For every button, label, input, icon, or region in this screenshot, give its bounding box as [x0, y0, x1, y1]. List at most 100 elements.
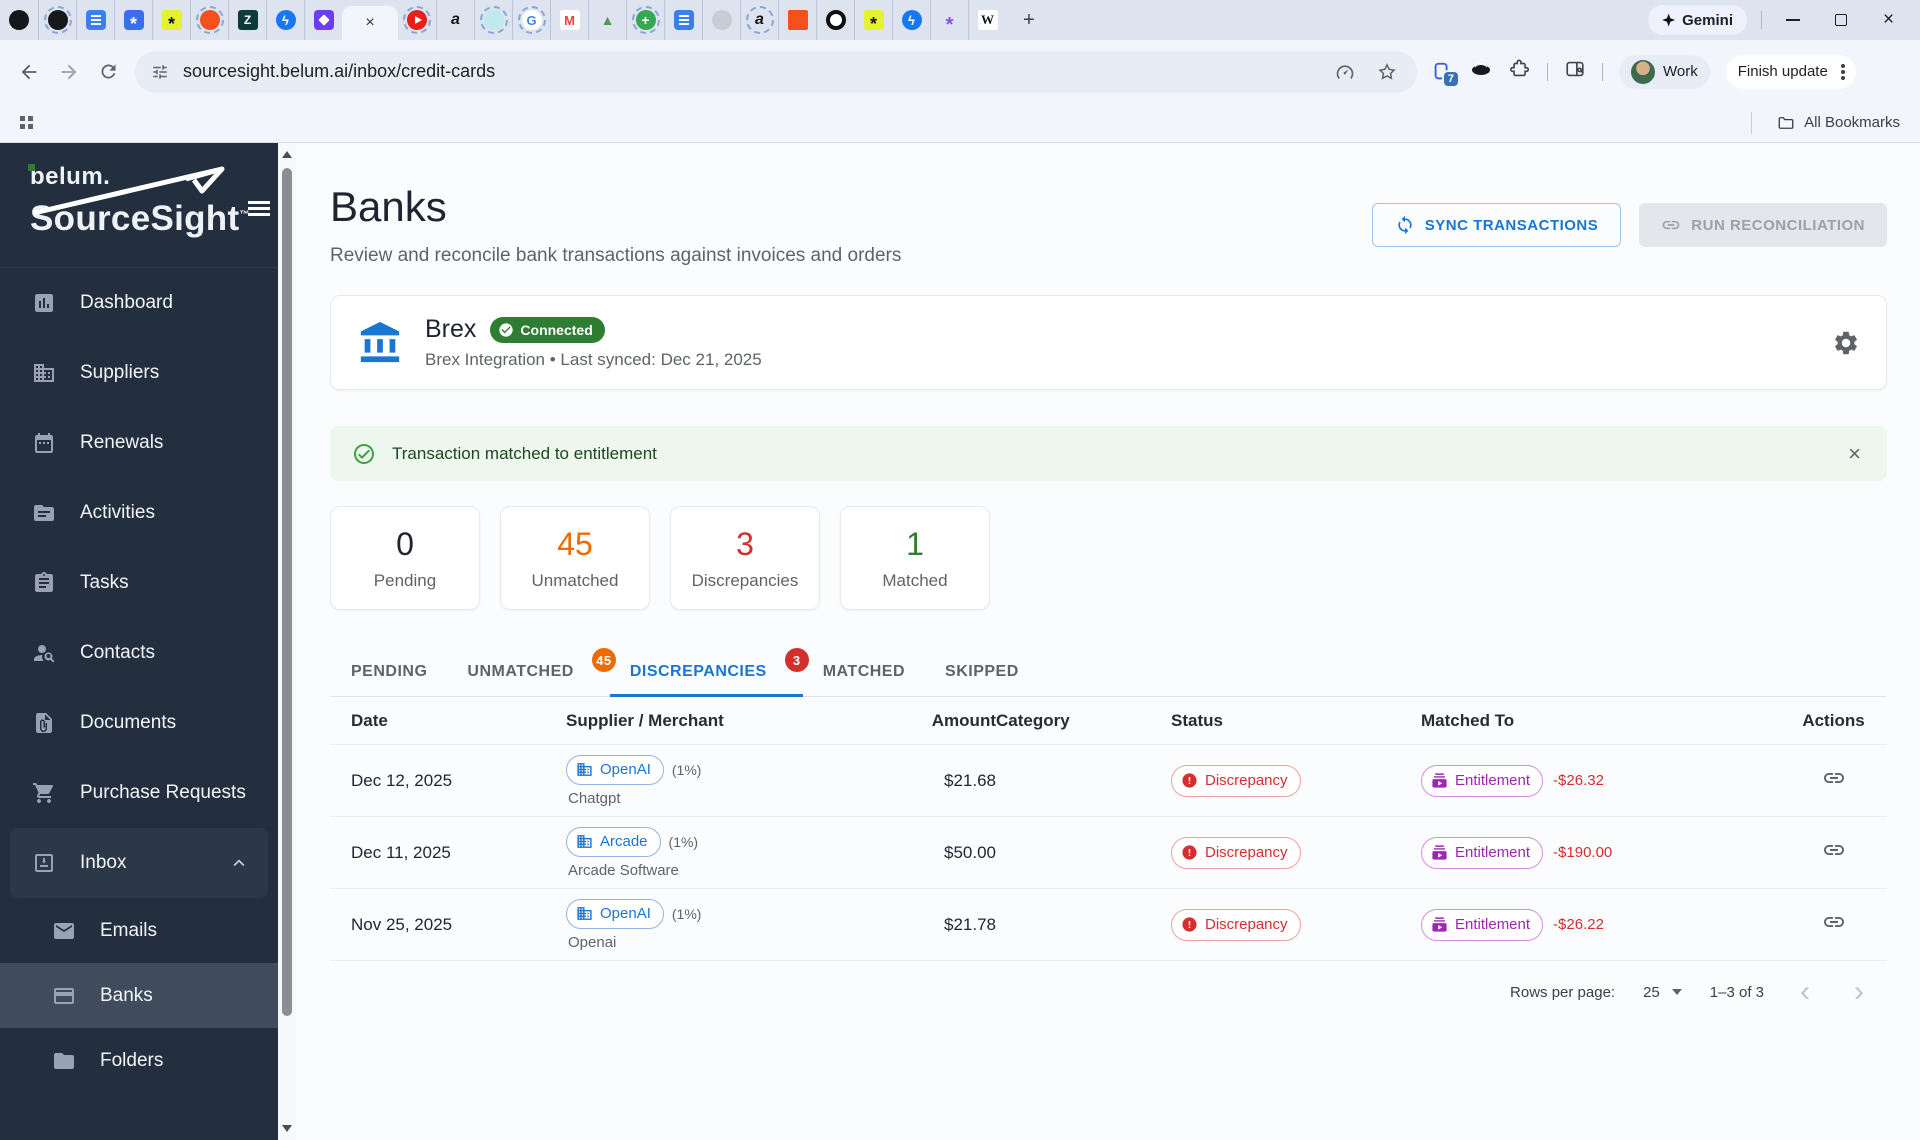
merchant-label: Arcade Software — [568, 861, 679, 879]
supplier-chip[interactable]: OpenAI — [566, 754, 664, 785]
link-action-icon[interactable] — [1822, 910, 1846, 934]
chrome-menu-icon[interactable] — [1840, 69, 1845, 74]
tab-skipped[interactable]: SKIPPED — [925, 647, 1039, 696]
new-tab-button[interactable]: + — [1014, 5, 1044, 35]
settings-gear-icon[interactable] — [1832, 329, 1860, 357]
link-action-icon[interactable] — [1822, 766, 1846, 790]
supplier-chip[interactable]: OpenAI — [566, 898, 664, 929]
pinned-tab-z-app[interactable] — [228, 0, 266, 40]
url-text[interactable]: sourcesight.belum.ai/inbox/credit-cards — [183, 61, 1335, 82]
window-close-button[interactable] — [1882, 9, 1896, 31]
clipboard-icon — [35, 572, 53, 592]
address-bar[interactable]: sourcesight.belum.ai/inbox/credit-cards — [135, 50, 1417, 93]
sidebar-item-activities[interactable]: Activities — [0, 478, 278, 548]
sidebar-item-contacts[interactable]: Contacts — [0, 618, 278, 688]
col-matched-to: Matched To — [1421, 710, 1515, 730]
rows-per-page-select[interactable]: 25 — [1643, 984, 1682, 1001]
scrollbar-thumb[interactable] — [282, 168, 292, 1016]
pinned-tab-drive[interactable] — [588, 0, 626, 40]
scrollbar[interactable] — [278, 143, 296, 1140]
pinned-tab-docs-2[interactable] — [664, 0, 702, 40]
sidebar-item-inbox[interactable]: Inbox — [10, 828, 268, 898]
side-panel-icon[interactable] — [1564, 58, 1586, 85]
window-minimize-button[interactable] — [1786, 13, 1800, 27]
pinned-tab-github-group[interactable] — [38, 0, 76, 40]
pinned-tab-docs[interactable] — [76, 0, 114, 40]
discrepancy-chip[interactable]: Discrepancy — [1171, 908, 1301, 941]
discrepancy-chip[interactable]: Discrepancy — [1171, 764, 1301, 797]
pinned-tab-teal-group[interactable] — [474, 0, 512, 40]
all-bookmarks-button[interactable]: All Bookmarks — [1751, 111, 1920, 134]
rows-per-page-label: Rows per page: — [1510, 983, 1616, 1001]
next-page-button[interactable]: › — [1846, 977, 1872, 1007]
sidebar-item-dashboard[interactable]: Dashboard — [0, 268, 278, 338]
alert-close-icon[interactable]: × — [1844, 441, 1865, 467]
pinned-tab-claude-group[interactable] — [740, 0, 778, 40]
run-reconciliation-button[interactable]: RUN RECONCILIATION — [1639, 203, 1887, 247]
sidebar-item-banks[interactable]: Banks — [0, 963, 278, 1028]
discrepancy-chip[interactable]: Discrepancy — [1171, 836, 1301, 869]
back-button[interactable] — [18, 61, 40, 83]
sidebar-item-documents[interactable]: Documents — [0, 688, 278, 758]
entitlement-chip[interactable]: Entitlement — [1421, 908, 1544, 941]
pinned-tab-blue-app[interactable] — [114, 0, 152, 40]
profile-button[interactable]: Work — [1619, 54, 1710, 89]
pinned-tab-bolt-2[interactable] — [892, 0, 930, 40]
reload-button[interactable] — [98, 61, 119, 82]
tab-matched[interactable]: MATCHED — [803, 647, 925, 696]
extension-icon[interactable]: 7 — [1431, 61, 1460, 88]
pinned-tab-purple-spark[interactable] — [930, 0, 968, 40]
tab-unmatched[interactable]: UNMATCHED 45 — [447, 647, 616, 696]
previous-page-button[interactable]: ‹ — [1792, 977, 1818, 1007]
sidebar-item-renewals[interactable]: Renewals — [0, 408, 278, 478]
bookmark-star-icon[interactable] — [1377, 62, 1397, 82]
sidebar-item-tasks[interactable]: Tasks — [0, 548, 278, 618]
pinned-tab-yellow-2[interactable] — [854, 0, 892, 40]
pinned-tab-orange-square[interactable] — [778, 0, 816, 40]
pinned-tab-dark-circle[interactable] — [816, 0, 854, 40]
tab-discrepancies[interactable]: DISCREPANCIES 3 — [609, 647, 809, 697]
pinned-tab-google-group[interactable] — [512, 0, 550, 40]
extensions-puzzle-icon[interactable] — [1509, 58, 1531, 85]
sidebar-item-emails[interactable]: Emails — [0, 898, 278, 963]
forward-button[interactable] — [58, 61, 80, 83]
sidebar-menu-icon[interactable] — [248, 201, 270, 217]
gemini-button[interactable]: Gemini — [1648, 5, 1747, 35]
link-action-icon[interactable] — [1822, 838, 1846, 862]
gemini-icon — [1662, 13, 1676, 27]
pinned-tab-bolt-app[interactable] — [266, 0, 304, 40]
pinned-tab-loop-app[interactable] — [304, 0, 342, 40]
active-tab[interactable]: × — [342, 6, 398, 40]
scroll-up-icon[interactable] — [282, 151, 292, 158]
pinned-tab-wikipedia[interactable] — [968, 0, 1006, 40]
site-settings-icon[interactable] — [151, 63, 169, 81]
tab-close-icon[interactable]: × — [365, 15, 374, 31]
pinned-tab-gmail[interactable] — [550, 0, 588, 40]
pinned-tab-yellow-app[interactable] — [152, 0, 190, 40]
pinned-tab-claude[interactable] — [436, 0, 474, 40]
sync-transactions-button[interactable]: SYNC TRANSACTIONS — [1371, 203, 1622, 247]
pinned-tab-youtube-group[interactable] — [398, 0, 436, 40]
pinned-tab-green-group[interactable] — [626, 0, 664, 40]
sidebar-item-purchase-requests[interactable]: Purchase Requests — [0, 758, 278, 828]
performance-icon[interactable] — [1335, 62, 1355, 82]
entitlement-chip[interactable]: Entitlement — [1421, 764, 1544, 797]
scroll-down-icon[interactable] — [282, 1125, 292, 1132]
subscription-icon — [1432, 845, 1447, 860]
entitlement-chip[interactable]: Entitlement — [1421, 836, 1544, 869]
pinned-tab-github[interactable] — [0, 0, 38, 40]
sidebar-item-folders[interactable]: Folders — [0, 1028, 278, 1093]
tab-group-ring — [403, 6, 431, 34]
extension-icon-2[interactable] — [1469, 57, 1493, 86]
apps-grid-icon[interactable] — [20, 116, 33, 129]
pinned-tab-orange-group[interactable] — [190, 0, 228, 40]
cell-status: Discrepancy — [1171, 764, 1421, 797]
finish-update-button[interactable]: Finish update — [1725, 54, 1856, 89]
supplier-chip[interactable]: Arcade — [566, 826, 661, 857]
tab-pending[interactable]: PENDING — [331, 647, 447, 696]
sidebar-item-suppliers[interactable]: Suppliers — [0, 338, 278, 408]
tab-group-ring — [631, 6, 660, 34]
pinned-tab-inactive[interactable] — [702, 0, 740, 40]
table-header: Date Supplier / Merchant Amount Category… — [331, 697, 1886, 745]
window-maximize-button[interactable] — [1834, 13, 1848, 27]
